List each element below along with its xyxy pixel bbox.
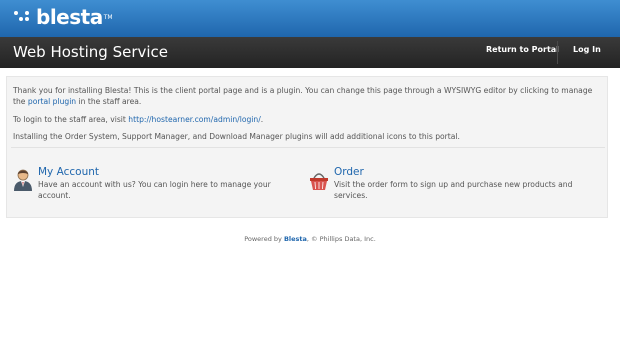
- my-account-title[interactable]: My Account: [38, 166, 99, 178]
- log-in-link[interactable]: Log In: [573, 45, 601, 54]
- nav-divider: [557, 41, 558, 64]
- portal-panel: Thank you for installing Blesta! This is…: [6, 76, 608, 218]
- return-to-portal-link[interactable]: Return to Portal: [486, 45, 559, 54]
- page-title: Web Hosting Service: [13, 43, 169, 61]
- portal-plugin-link[interactable]: portal plugin: [28, 97, 76, 106]
- plugins-note: Installing the Order System, Support Man…: [13, 132, 460, 141]
- blesta-logo[interactable]: blesta TM: [12, 3, 113, 31]
- footer: Powered by Blesta, © Phillips Data, Inc.: [244, 235, 376, 243]
- login-instructions: To login to the staff area, visit http:/…: [13, 115, 264, 124]
- user-icon: [14, 169, 32, 191]
- divider: [11, 147, 605, 148]
- admin-login-link[interactable]: http://hostearner.com/admin/login/: [128, 115, 260, 124]
- order-description: Visit the order form to sign up and purc…: [334, 180, 573, 200]
- order-title[interactable]: Order: [334, 166, 364, 178]
- logo-text: blesta: [36, 5, 103, 29]
- my-account-description: Have an account with us? You can login h…: [38, 180, 271, 200]
- intro-text: Thank you for installing Blesta! This is…: [13, 86, 593, 106]
- basket-icon: [310, 173, 328, 190]
- title-bar: Web Hosting Service Return to Portal Log…: [0, 37, 620, 68]
- logo-dots-icon: [12, 8, 34, 26]
- top-bar: blesta TM: [0, 0, 620, 37]
- blesta-footer-link[interactable]: Blesta: [284, 235, 307, 243]
- logo-tm: TM: [103, 13, 113, 21]
